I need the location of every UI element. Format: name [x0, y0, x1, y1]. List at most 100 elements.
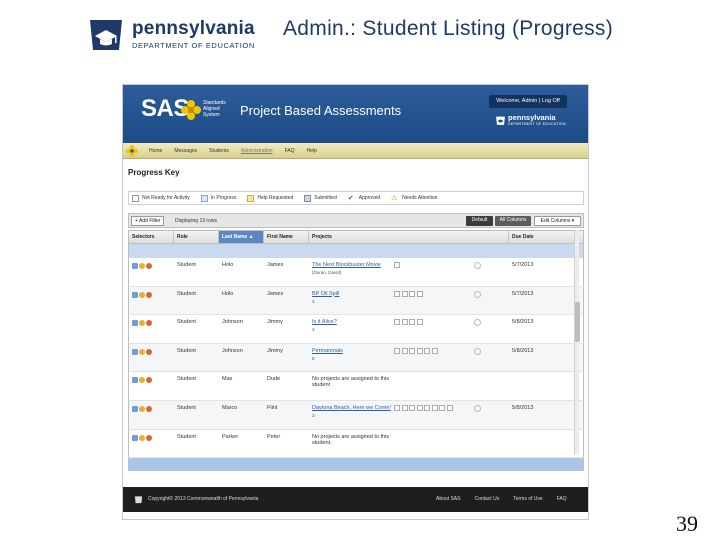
key-icon[interactable]: [146, 377, 152, 384]
key-icon[interactable]: [139, 434, 145, 441]
table-row[interactable]: Student Parker Peter No projects are assign…: [128, 429, 584, 459]
table-row[interactable]: Student Johnson Jimmy Is it Alive? 3 5/8/2013: [128, 315, 584, 344]
col-due-date[interactable]: Due Date: [509, 231, 579, 243]
progress-box[interactable]: [446, 404, 453, 411]
edit-icon[interactable]: [132, 320, 138, 327]
nav-home[interactable]: Home: [149, 143, 162, 159]
progress-box[interactable]: [401, 290, 408, 297]
welcome-logoff[interactable]: Welcome, Admin | Log Off: [489, 95, 567, 108]
edit-icon[interactable]: [132, 434, 138, 441]
key-icon[interactable]: [146, 320, 152, 327]
progress-key-title: Progress Key: [128, 168, 180, 177]
edit-icon[interactable]: [132, 291, 138, 298]
key-icon[interactable]: [146, 405, 152, 412]
status-circle-icon: [474, 262, 481, 269]
progress-box[interactable]: [401, 347, 408, 354]
nav-students[interactable]: Students: [209, 143, 229, 159]
cell-project-sub: (Duran, David): [312, 270, 342, 275]
footer-contact-link[interactable]: Contact Us: [474, 487, 499, 512]
key-icon[interactable]: [139, 263, 145, 269]
default-view-button[interactable]: Default: [466, 216, 493, 226]
footer-terms-link[interactable]: Terms of Use: [513, 487, 542, 512]
progress-box[interactable]: [431, 347, 438, 354]
progress-box[interactable]: [416, 347, 423, 354]
scroll-thumb[interactable]: [575, 302, 580, 342]
nav-administration[interactable]: Administration: [241, 143, 273, 159]
key-icon[interactable]: [146, 291, 152, 298]
row-actions: [132, 291, 153, 298]
table-row[interactable]: Student Johnson Jimmy Permanmals 5 5/8/2013: [128, 343, 584, 373]
key-icon[interactable]: [139, 405, 145, 412]
progress-box[interactable]: [439, 404, 445, 411]
selected-row-bottom[interactable]: [128, 458, 584, 472]
copyright-text: Copyright© 2013 Commonwealth of Pennsylv…: [148, 496, 259, 502]
selected-row-top[interactable]: [128, 244, 584, 258]
footer-about-link[interactable]: About SAS: [436, 487, 460, 512]
nav-faq[interactable]: FAQ: [285, 143, 295, 159]
edit-icon[interactable]: [132, 348, 138, 355]
key-label: Not Ready for Activity: [142, 195, 190, 201]
col-selectors[interactable]: Selectors: [129, 231, 174, 243]
progress-box[interactable]: [394, 347, 400, 354]
table-row[interactable]: Student Holo James The Next Blockbuster Mov…: [128, 258, 584, 287]
table-row[interactable]: Student Marco Flint Daytona Beach, Here we …: [128, 400, 584, 430]
cell-project[interactable]: Is it Alive?: [312, 319, 337, 325]
row-actions: [132, 377, 153, 384]
cell-first-name: Peter: [267, 433, 281, 440]
edit-icon[interactable]: [132, 405, 138, 412]
progress-box[interactable]: [416, 290, 423, 297]
nav-bar: Home Messages Students Administration FA…: [123, 143, 588, 159]
progress-box[interactable]: [409, 347, 415, 354]
all-columns-button[interactable]: All Columns: [495, 216, 531, 226]
cell-project[interactable]: Daytona Beach, Here we Come!: [312, 405, 391, 411]
cell-project[interactable]: BP Oil Spill: [312, 291, 339, 297]
table-row[interactable]: Student Holo James BP Oil Spill 3 5/7/2013: [128, 286, 584, 316]
table-row[interactable]: Student Max Dude No projects are assigned t…: [128, 372, 584, 401]
progress-box[interactable]: [424, 347, 430, 354]
pa-education-logo: pennsylvania DEPARTMENT OF EDUCATION: [86, 14, 256, 54]
col-projects[interactable]: Projects: [309, 231, 509, 243]
progress-box[interactable]: [416, 319, 423, 326]
nav-help[interactable]: Help: [307, 143, 317, 159]
progress-box[interactable]: [431, 404, 438, 411]
edit-columns-dropdown[interactable]: Edit Columns ▾: [534, 216, 581, 226]
key-icon[interactable]: [139, 291, 145, 298]
progress-box[interactable]: [409, 319, 415, 326]
progress-box[interactable]: [401, 319, 408, 326]
progress-box[interactable]: [401, 404, 408, 411]
cell-project[interactable]: Permanmals: [312, 348, 343, 354]
progress-box[interactable]: [409, 290, 415, 297]
progress-box[interactable]: [424, 404, 430, 411]
sas-subtitle: Standards Aligned System: [203, 100, 226, 118]
progress-boxes: [394, 319, 424, 326]
row-actions: [132, 320, 153, 327]
nav-messages[interactable]: Messages: [174, 143, 197, 159]
key-label: Help Requested: [257, 195, 294, 201]
add-filter-button[interactable]: + Add Filter: [131, 216, 165, 226]
progress-box[interactable]: [394, 290, 400, 297]
key-label: Approved: [358, 195, 381, 201]
progress-box[interactable]: [416, 404, 423, 411]
progress-box[interactable]: [394, 262, 400, 268]
progress-box[interactable]: [394, 404, 400, 411]
status-circle-icon: [474, 404, 481, 412]
vertical-scrollbar[interactable]: [574, 230, 580, 455]
progress-box[interactable]: [409, 404, 415, 411]
cell-role: Student: [177, 290, 196, 297]
key-icon[interactable]: [146, 348, 152, 355]
col-last-name[interactable]: Last Name ▲: [219, 231, 264, 243]
progress-box[interactable]: [394, 319, 400, 326]
edit-icon[interactable]: [132, 263, 138, 269]
col-first-name[interactable]: First Name: [264, 231, 309, 243]
footer-faq-link[interactable]: FAQ: [557, 487, 567, 512]
key-icon[interactable]: [139, 348, 145, 355]
key-icon[interactable]: [139, 320, 145, 327]
key-icon[interactable]: [146, 263, 152, 269]
col-role[interactable]: Role: [174, 231, 219, 243]
cell-role: Student: [177, 433, 196, 440]
key-icon[interactable]: [139, 377, 145, 384]
key-icon[interactable]: [146, 434, 152, 441]
edit-icon[interactable]: [132, 377, 138, 384]
in-progress-icon: [200, 194, 208, 202]
cell-project[interactable]: The Next Blockbuster Movie: [312, 262, 381, 268]
